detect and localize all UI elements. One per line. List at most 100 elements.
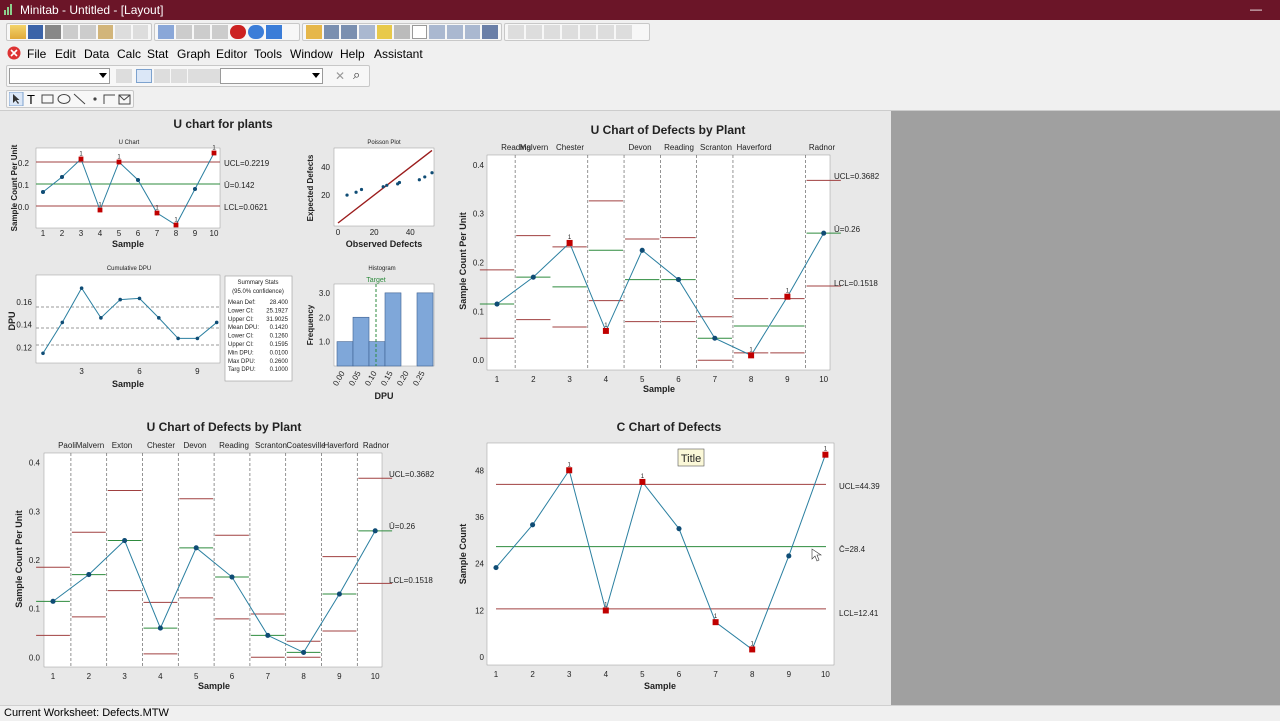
font-combo[interactable] bbox=[220, 68, 323, 84]
cancel-icon[interactable] bbox=[230, 25, 246, 39]
small-u-center-label: Ū=0.142 bbox=[224, 181, 255, 190]
summary-stats-box[interactable]: Summary Stats (95.0% confidence) Mean De… bbox=[224, 275, 293, 382]
select-item-combo[interactable] bbox=[9, 68, 110, 84]
small-u-point bbox=[59, 174, 65, 180]
poisson-point bbox=[359, 187, 364, 192]
tile-icon[interactable] bbox=[464, 25, 481, 39]
zoom-icon[interactable]: ⌕ bbox=[353, 67, 360, 83]
uplant_bottom-point bbox=[122, 537, 128, 544]
uplant_right-xtick: 7 bbox=[713, 375, 718, 384]
assistant-icon[interactable] bbox=[266, 25, 282, 39]
up-icon[interactable] bbox=[176, 25, 192, 39]
layout-icon[interactable] bbox=[447, 25, 463, 39]
menu-editor[interactable]: Editor bbox=[216, 47, 247, 61]
refresh-icon[interactable] bbox=[204, 69, 220, 83]
uplant-right-ucl-label: UCL=0.3682 bbox=[834, 172, 880, 181]
polygon-tool-icon[interactable] bbox=[118, 94, 131, 105]
small-u-xtick: 8 bbox=[174, 229, 179, 238]
text-tool-icon[interactable]: T bbox=[27, 92, 35, 106]
menu-data[interactable]: Data bbox=[84, 47, 109, 61]
edit-last-dialog-icon[interactable] bbox=[580, 25, 596, 39]
new-worksheet-icon[interactable] bbox=[411, 25, 428, 39]
select-tool-icon[interactable] bbox=[9, 92, 24, 106]
menu-edit[interactable]: Edit bbox=[55, 47, 76, 61]
uplant_right-xtick: 8 bbox=[749, 375, 754, 384]
menu-window[interactable]: Window bbox=[290, 47, 333, 61]
save-icon[interactable] bbox=[27, 25, 43, 39]
menu-stat[interactable]: Stat bbox=[147, 47, 168, 61]
layout-canvas[interactable]: U chart for plants U Chart UCL=0.2219 Ū=… bbox=[0, 111, 891, 705]
uplant_bottom-xtick: 3 bbox=[122, 672, 127, 681]
histogram-chart[interactable]: Histogram Target 0.00 0.05 0.10 0.15 0.20 0.2… bbox=[306, 266, 435, 401]
small-u-ytick: 0.1 bbox=[18, 181, 30, 190]
graphs-folder-icon[interactable] bbox=[341, 25, 357, 39]
formula-icon[interactable] bbox=[508, 25, 524, 39]
histogram-ytick: 2.0 bbox=[319, 313, 331, 322]
cumdpu-title: Cumulative DPU bbox=[107, 266, 151, 272]
uplant_right-plant-label: Malvern bbox=[520, 143, 548, 152]
small-u-xtick: 3 bbox=[79, 229, 84, 238]
uplant_bottom-xtick: 5 bbox=[194, 672, 199, 681]
help-icon[interactable] bbox=[248, 25, 264, 39]
undo-icon[interactable] bbox=[115, 25, 131, 39]
cumdpu-point bbox=[118, 297, 122, 302]
brush-icon[interactable] bbox=[526, 25, 542, 39]
menu-file[interactable]: File bbox=[27, 47, 46, 61]
redo-icon[interactable] bbox=[132, 25, 148, 39]
down-icon[interactable] bbox=[194, 25, 210, 39]
session-window-icon[interactable] bbox=[323, 25, 340, 39]
eraser-icon[interactable] bbox=[616, 25, 632, 39]
small-u-xtick: 9 bbox=[193, 229, 198, 238]
copy-icon[interactable] bbox=[80, 25, 96, 39]
pen-icon[interactable] bbox=[598, 25, 614, 39]
report-icon[interactable] bbox=[394, 25, 410, 39]
columns-icon[interactable] bbox=[429, 25, 446, 39]
uplant-right-xlabel: Sample bbox=[643, 384, 675, 394]
minimize-button[interactable]: — bbox=[1250, 2, 1262, 16]
set-id-icon[interactable] bbox=[562, 25, 578, 39]
annotation-group: T bbox=[6, 90, 134, 108]
edit-item-icon[interactable] bbox=[116, 69, 132, 83]
session-icon[interactable] bbox=[158, 25, 174, 39]
close-worksheet-icon[interactable] bbox=[7, 46, 21, 60]
marker-tool-icon[interactable] bbox=[93, 97, 97, 101]
find-icon[interactable] bbox=[212, 25, 228, 39]
line-tool-icon[interactable] bbox=[73, 93, 86, 105]
worksheet-icon[interactable] bbox=[306, 25, 322, 39]
crosshair-icon[interactable] bbox=[171, 69, 187, 83]
flag-icon[interactable] bbox=[188, 69, 204, 83]
menu-graph[interactable]: Graph bbox=[177, 47, 210, 61]
u-chart-by-plant-bottom[interactable]: U Chart of Defects by Plant 1 2 3 4 5 6 7 8 9 10 0… bbox=[14, 420, 435, 691]
cchart-ytick: 24 bbox=[475, 560, 484, 569]
select-pointer-icon[interactable] bbox=[136, 69, 152, 83]
layout-page[interactable]: U chart for plants U Chart UCL=0.2219 Ū=… bbox=[0, 111, 891, 705]
cchart-point bbox=[676, 526, 682, 532]
summary-row-label: Min DPU: bbox=[228, 350, 254, 356]
brush-tool-icon[interactable] bbox=[154, 69, 170, 83]
uplant_bottom-point bbox=[193, 545, 199, 551]
menu-assistant[interactable]: Assistant bbox=[374, 47, 423, 61]
small-u-chart[interactable]: U Chart UCL=0.2219 Ū=0.142 LCL=0.0621 0.… bbox=[10, 140, 270, 249]
poisson-xlabel: Observed Defects bbox=[346, 239, 423, 249]
print-icon[interactable] bbox=[45, 25, 61, 39]
c-chart[interactable]: C Chart of Defects Title 1111111 2 3 4 5 6 7 8 9… bbox=[458, 420, 880, 691]
close-all-icon[interactable] bbox=[482, 25, 498, 39]
menu-calc[interactable]: Calc bbox=[117, 47, 141, 61]
info-icon[interactable] bbox=[358, 25, 375, 39]
open-icon[interactable] bbox=[10, 25, 26, 39]
delete-icon[interactable]: ✕ bbox=[335, 69, 345, 83]
menu-help[interactable]: Help bbox=[340, 47, 365, 61]
standard-toolbar bbox=[0, 20, 1280, 45]
poisson-plot[interactable]: Poisson Plot 0 20 402040 Observed Defects … bbox=[306, 140, 435, 249]
menu-tools[interactable]: Tools bbox=[254, 47, 282, 61]
rectangle-tool-icon[interactable] bbox=[41, 94, 54, 104]
cumulative-dpu-chart[interactable]: Cumulative DPU 3 6 9 0.12 0.14 0.16 Sample DP… bbox=[7, 266, 221, 389]
u-chart-by-plant-right[interactable]: U Chart of Defects by Plant 11111 2 3 4 5 6 7 8… bbox=[458, 123, 880, 394]
history-icon[interactable] bbox=[376, 25, 393, 39]
workspace: U chart for plants U Chart UCL=0.2219 Ū=… bbox=[0, 111, 1280, 705]
cut-icon[interactable] bbox=[62, 25, 78, 39]
ellipse-tool-icon[interactable] bbox=[57, 94, 71, 104]
paste-icon[interactable] bbox=[97, 25, 113, 39]
id-variables-icon[interactable] bbox=[544, 25, 560, 39]
polyline-tool-icon[interactable] bbox=[103, 94, 115, 104]
